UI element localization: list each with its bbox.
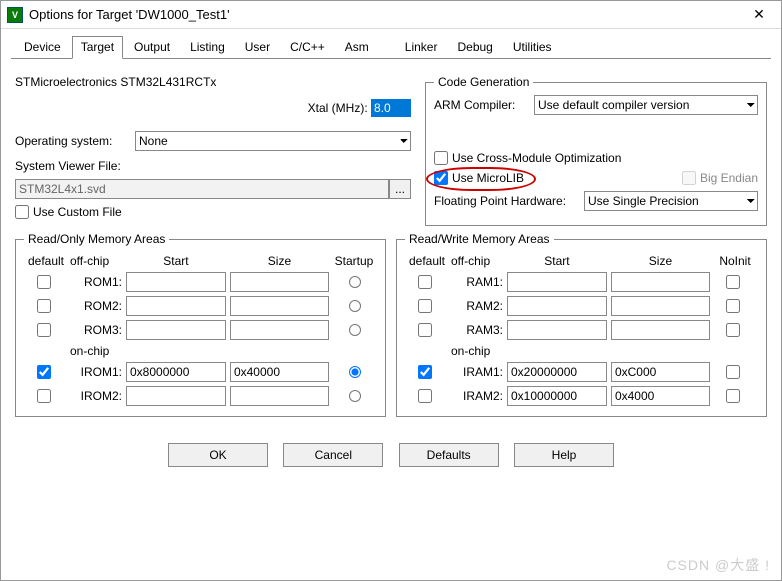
- iram2-size[interactable]: [611, 386, 710, 406]
- cross-module-label: Use Cross-Module Optimization: [452, 151, 621, 165]
- app-icon: V: [7, 7, 23, 23]
- svf-label: System Viewer File:: [15, 159, 121, 173]
- svf-browse-button[interactable]: ...: [389, 179, 411, 199]
- rom3-startup[interactable]: [349, 324, 361, 336]
- ram2-default[interactable]: [418, 299, 432, 313]
- irom2-start[interactable]: [126, 386, 226, 406]
- xtal-input[interactable]: [371, 99, 411, 117]
- button-row: OK Cancel Defaults Help: [1, 435, 781, 473]
- fph-select[interactable]: Use Single Precision: [584, 191, 758, 211]
- mcu-label: STMicroelectronics STM32L431RCTx: [15, 75, 216, 89]
- ram1-size[interactable]: [611, 272, 710, 292]
- rom2-size[interactable]: [230, 296, 329, 316]
- ram1-start[interactable]: [507, 272, 607, 292]
- rom2-startup[interactable]: [349, 300, 361, 312]
- rom3-size[interactable]: [230, 320, 329, 340]
- rw-memory-group: Read/Write Memory Areas default off-chip…: [396, 232, 767, 417]
- ram3-noinit[interactable]: [726, 323, 740, 337]
- bigendian-checkbox: [682, 171, 696, 185]
- tab-user[interactable]: User: [236, 36, 279, 59]
- iram1-start[interactable]: [507, 362, 607, 382]
- iram1-default[interactable]: [418, 365, 432, 379]
- irom2-size[interactable]: [230, 386, 329, 406]
- ram1-default[interactable]: [418, 275, 432, 289]
- microlib-checkbox[interactable]: [434, 171, 448, 185]
- bigendian-label: Big Endian: [700, 171, 758, 185]
- rom2-start[interactable]: [126, 296, 226, 316]
- rom3-start[interactable]: [126, 320, 226, 340]
- code-generation-group: Code Generation ARM Compiler: Use defaul…: [425, 75, 767, 226]
- tab-linker[interactable]: Linker: [396, 36, 447, 59]
- iram2-noinit[interactable]: [726, 389, 740, 403]
- os-label: Operating system:: [15, 134, 135, 148]
- irom2-startup[interactable]: [349, 390, 361, 402]
- ram3-start[interactable]: [507, 320, 607, 340]
- cancel-button[interactable]: Cancel: [283, 443, 383, 467]
- ram2-noinit[interactable]: [726, 299, 740, 313]
- rom3-default[interactable]: [37, 323, 51, 337]
- os-select[interactable]: None: [135, 131, 411, 151]
- close-icon[interactable]: ✕: [743, 4, 775, 26]
- help-button[interactable]: Help: [514, 443, 614, 467]
- arm-compiler-label: ARM Compiler:: [434, 98, 534, 112]
- tab-cpp[interactable]: C/C++: [281, 36, 334, 59]
- tab-asm[interactable]: Asm: [336, 36, 378, 59]
- rw-legend: Read/Write Memory Areas: [405, 232, 554, 246]
- ram2-size[interactable]: [611, 296, 710, 316]
- rom1-size[interactable]: [230, 272, 329, 292]
- iram1-size[interactable]: [611, 362, 710, 382]
- xtal-label: Xtal (MHz):: [308, 101, 368, 115]
- rom1-default[interactable]: [37, 275, 51, 289]
- irom1-startup[interactable]: [349, 366, 361, 378]
- arm-compiler-select[interactable]: Use default compiler version: [534, 95, 758, 115]
- irom1-size[interactable]: [230, 362, 329, 382]
- rom2-default[interactable]: [37, 299, 51, 313]
- iram2-start[interactable]: [507, 386, 607, 406]
- tab-listing[interactable]: Listing: [181, 36, 234, 59]
- watermark: CSDN @大盛 !: [666, 555, 770, 575]
- rom1-start[interactable]: [126, 272, 226, 292]
- window-title: Options for Target 'DW1000_Test1': [29, 7, 743, 22]
- iram2-default[interactable]: [418, 389, 432, 403]
- tab-utilities[interactable]: Utilities: [504, 36, 561, 59]
- titlebar: V Options for Target 'DW1000_Test1' ✕: [1, 1, 781, 29]
- tab-device[interactable]: Device: [15, 36, 70, 59]
- fph-label: Floating Point Hardware:: [434, 194, 584, 208]
- defaults-button[interactable]: Defaults: [399, 443, 499, 467]
- use-custom-file-checkbox[interactable]: [15, 205, 29, 219]
- tabs: Device Target Output Listing User C/C++ …: [11, 35, 771, 59]
- ok-button[interactable]: OK: [168, 443, 268, 467]
- use-custom-file-label: Use Custom File: [33, 205, 122, 219]
- code-generation-legend: Code Generation: [434, 75, 533, 89]
- irom1-default[interactable]: [37, 365, 51, 379]
- irom1-start[interactable]: [126, 362, 226, 382]
- cross-module-checkbox[interactable]: [434, 151, 448, 165]
- microlib-label: Use MicroLIB: [452, 171, 524, 185]
- tab-output[interactable]: Output: [125, 36, 179, 59]
- tab-debug[interactable]: Debug: [448, 36, 501, 59]
- ram3-size[interactable]: [611, 320, 710, 340]
- svf-input: [15, 179, 389, 199]
- ro-legend: Read/Only Memory Areas: [24, 232, 169, 246]
- ram2-start[interactable]: [507, 296, 607, 316]
- irom2-default[interactable]: [37, 389, 51, 403]
- iram1-noinit[interactable]: [726, 365, 740, 379]
- rom1-startup[interactable]: [349, 276, 361, 288]
- ram3-default[interactable]: [418, 323, 432, 337]
- ro-memory-group: Read/Only Memory Areas default off-chip …: [15, 232, 386, 417]
- tab-target[interactable]: Target: [72, 36, 123, 59]
- ram1-noinit[interactable]: [726, 275, 740, 289]
